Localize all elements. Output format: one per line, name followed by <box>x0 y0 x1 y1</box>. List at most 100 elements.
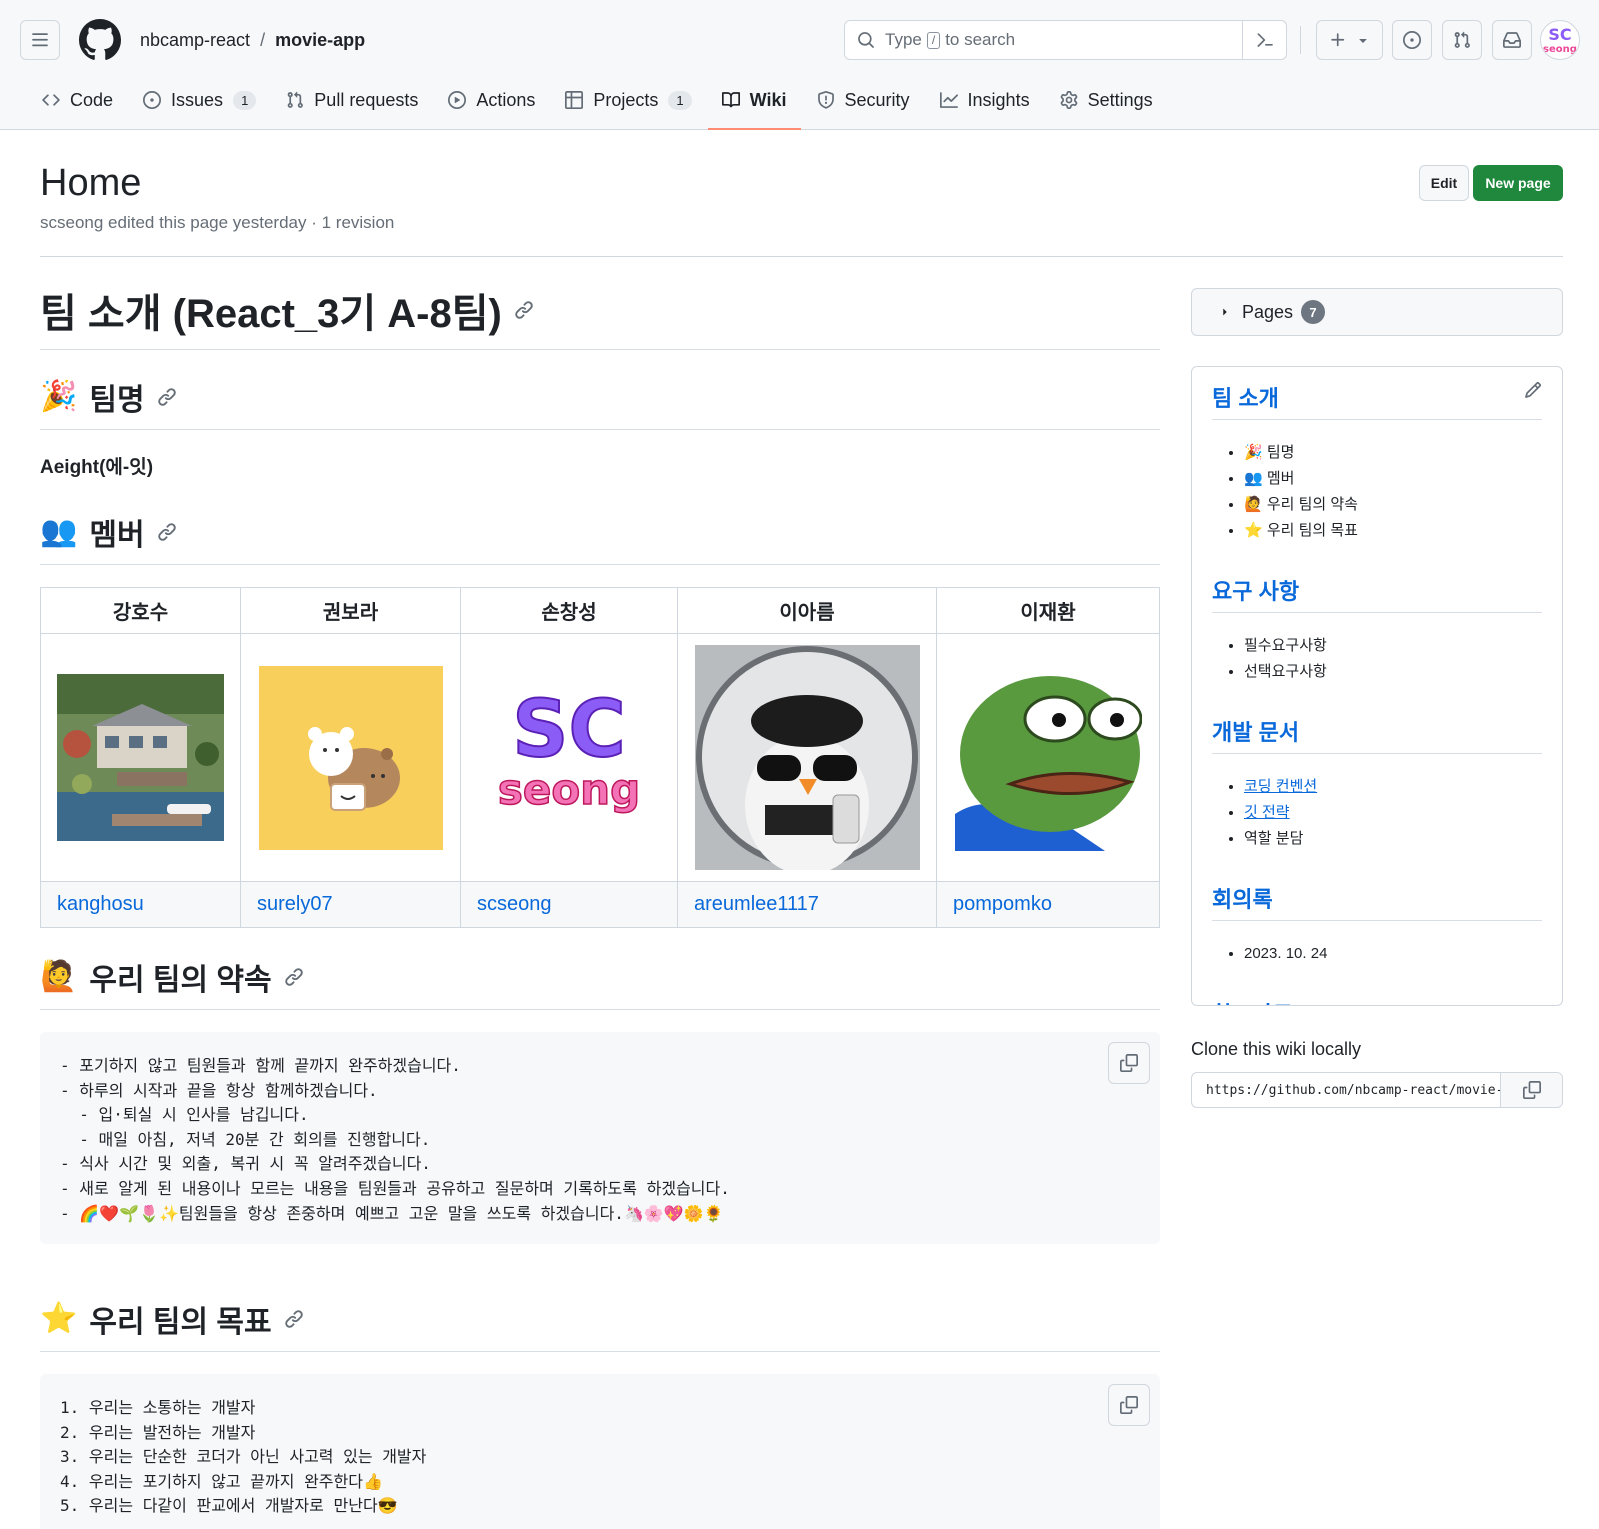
member-name-cell: 권보라 <box>240 587 461 634</box>
anchor-link-icon[interactable] <box>157 387 177 407</box>
anchor-link-icon[interactable] <box>284 967 304 987</box>
team-intro-heading: 팀 소개 (React_3기 A-8팀) <box>40 280 1160 350</box>
bear-friends-illustration <box>258 665 443 850</box>
create-new-button[interactable] <box>1316 20 1383 60</box>
page-title: Home <box>40 162 142 204</box>
tab-pull-requests[interactable]: Pull requests <box>272 78 432 122</box>
list-item: 코딩 컨벤션 <box>1244 774 1542 800</box>
tab-insights[interactable]: Insights <box>926 78 1044 122</box>
sidebar-section-title[interactable]: 요구 사항 <box>1212 568 1542 613</box>
sidebar-list: 필수요구사항 선택요구사항 <box>1244 633 1542 685</box>
tab-security[interactable]: Security <box>803 78 924 122</box>
goal-heading: ⭐ 우리 팀의 목표 <box>40 1294 1160 1352</box>
global-header: nbcamp-react / movie-app Type / to searc… <box>0 0 1599 130</box>
inbox-button[interactable] <box>1492 20 1532 60</box>
code-line: - 매일 아침, 저녁 20분 간 회의를 진행합니다. <box>60 1129 431 1149</box>
tab-actions[interactable]: Actions <box>434 78 549 122</box>
github-profile-link[interactable]: kanghosu <box>57 893 144 915</box>
list-item: 🎉 팀명 <box>1244 440 1542 466</box>
repo-link[interactable]: movie-app <box>275 30 365 51</box>
sc-seong-logo[interactable]: SC seong <box>486 674 653 841</box>
bear-illustration[interactable] <box>258 665 443 850</box>
list-item: 선택요구사항 <box>1244 659 1542 685</box>
github-profile-link[interactable]: surely07 <box>257 893 333 915</box>
tab-label: Pull requests <box>314 89 419 110</box>
promise-heading: 🙋 우리 팀의 약속 <box>40 952 1160 1010</box>
anchor-link-icon[interactable] <box>284 1309 304 1329</box>
sidebar-section-title[interactable]: 팀 소개 <box>1212 375 1542 420</box>
git-pull-request-icon <box>1454 31 1470 48</box>
members-table: 강호수 권보라 손창성 이아름 이재환 SC seong kanghosu su… <box>40 587 1160 928</box>
sidebar-section-title[interactable]: 참고자료 <box>1212 991 1542 1005</box>
anchor-link-icon[interactable] <box>157 522 177 542</box>
table-icon <box>565 91 584 109</box>
edit-button[interactable]: Edit <box>1419 165 1469 201</box>
divider <box>40 256 1563 257</box>
issue-icon <box>143 91 162 109</box>
team-name-heading: 🎉 팀명 <box>40 372 1160 430</box>
copy-button[interactable] <box>1108 1042 1150 1084</box>
tab-wiki[interactable]: Wiki <box>707 78 801 130</box>
pages-toggle[interactable]: Pages 7 <box>1191 288 1563 336</box>
table-row: kanghosu surely07 scseong areumlee1117 p… <box>40 881 1160 928</box>
member-link-cell: pompomko <box>936 881 1160 928</box>
clone-label: Clone this wiki locally <box>1191 1039 1362 1059</box>
hamburger-icon <box>32 33 48 47</box>
coding-convention-link[interactable]: 코딩 컨벤션 <box>1244 778 1317 795</box>
members-heading: 👥 멤버 <box>40 507 1160 565</box>
clone-url-field[interactable]: https://github.com/nbcamp-react/movie-ap… <box>1191 1072 1563 1108</box>
clone-url-text[interactable]: https://github.com/nbcamp-react/movie-ap… <box>1192 1083 1500 1098</box>
owner-link[interactable]: nbcamp-react <box>140 30 250 51</box>
anchor-link-icon[interactable] <box>514 300 534 320</box>
book-icon <box>721 92 740 108</box>
copy-icon <box>1120 1396 1138 1414</box>
command-palette-button[interactable] <box>1242 21 1286 59</box>
copy-icon <box>1522 1081 1541 1099</box>
svg-text:seong: seong <box>1543 44 1577 55</box>
github-profile-link[interactable]: pompomko <box>953 893 1052 915</box>
pull-requests-shortcut-button[interactable] <box>1442 20 1482 60</box>
menu-button[interactable] <box>20 20 60 60</box>
tab-projects[interactable]: Projects 1 <box>551 78 705 122</box>
raising-hand-icon: 🙋 <box>40 959 78 993</box>
member-photo-cell: SC seong <box>460 633 678 882</box>
issues-shortcut-button[interactable] <box>1392 20 1432 60</box>
tab-label: Actions <box>476 89 536 110</box>
heading-text: 팀 소개 (React_3기 A-8팀) <box>40 291 502 336</box>
copy-button[interactable] <box>1108 1384 1150 1426</box>
list-item: 👥 멤버 <box>1244 466 1542 492</box>
pencil-icon[interactable] <box>1524 381 1542 399</box>
code-line: 2. 우리는 발전하는 개발자 <box>60 1422 256 1442</box>
mansion-photo[interactable] <box>57 674 224 841</box>
page-revision-meta[interactable]: scseong edited this page yesterday · 1 r… <box>40 213 394 233</box>
custom-sidebar: 팀 소개 🎉 팀명 👥 멤버 🙋 우리 팀의 약속 ⭐ 우리 팀의 목표 요구 … <box>1191 366 1563 1006</box>
svg-text:SC: SC <box>512 685 625 775</box>
code-line: - 포기하지 않고 팀원들과 함께 끝까지 완주하겠습니다. <box>60 1056 461 1075</box>
code-line: - 입·퇴실 시 인사를 남깁니다. <box>60 1105 309 1125</box>
sidebar-section-title[interactable]: 회의록 <box>1212 876 1542 921</box>
github-profile-link[interactable]: areumlee1117 <box>694 893 819 915</box>
breadcrumb: nbcamp-react / movie-app <box>140 30 365 51</box>
member-photo-cell <box>240 633 461 882</box>
member-name-cell: 이아름 <box>677 587 937 634</box>
tab-code[interactable]: Code <box>28 78 127 122</box>
wiki-body: 팀 소개 (React_3기 A-8팀) 🎉 팀명 Aeight(에-잇) 👥 … <box>40 280 1160 1529</box>
github-logo-icon[interactable] <box>79 19 121 61</box>
party-popper-icon: 🎉 <box>40 379 78 413</box>
search-input[interactable]: Type / to search <box>844 20 1287 60</box>
github-profile-link[interactable]: scseong <box>477 893 552 915</box>
copy-clone-url-button[interactable] <box>1500 1073 1562 1107</box>
sidebar-section-title[interactable]: 개발 문서 <box>1212 709 1542 754</box>
list-item: 역할 분담 <box>1244 826 1542 852</box>
tab-label: Issues <box>171 89 224 110</box>
issue-opened-icon <box>1403 31 1421 49</box>
heading-text: 팀명 <box>89 383 145 417</box>
tab-issues[interactable]: Issues 1 <box>129 78 270 122</box>
penguin-mirror-photo[interactable] <box>694 645 920 870</box>
tab-label: Code <box>70 89 114 110</box>
new-page-button[interactable]: New page <box>1473 165 1563 201</box>
pepe-frog[interactable] <box>954 664 1142 851</box>
tab-settings[interactable]: Settings <box>1046 78 1167 122</box>
user-avatar[interactable]: SC seong <box>1540 20 1580 60</box>
git-strategy-link[interactable]: 깃 전략 <box>1244 804 1290 821</box>
